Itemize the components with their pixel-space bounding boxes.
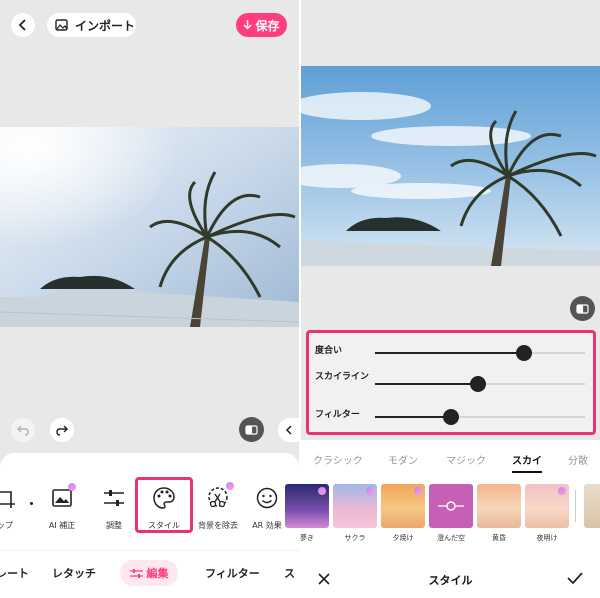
tool-adjust[interactable]: 調整 [87,485,141,531]
style-bottom-bar: スタイル [301,560,600,598]
adjust-sliders-icon [129,568,143,578]
premium-gem-icon [226,482,234,490]
save-button[interactable]: 保存 [236,13,287,37]
thumbnail-label: 夢き [300,534,314,542]
style-thumbnail[interactable] [584,484,600,528]
thumbnail-label: 夜明け [536,534,558,542]
thumbnail-separator [575,490,576,522]
back-button[interactable] [11,13,35,37]
premium-gem-icon [318,487,326,495]
category-tab-magic[interactable]: マジック [446,452,486,467]
thumbnail-label: 三 [584,533,600,543]
download-arrow-icon [243,20,253,30]
slider-track[interactable] [375,345,585,361]
active-tab-underline [512,471,542,473]
slider-intensity[interactable]: 度合い [315,341,591,365]
slider-knob[interactable] [469,376,486,392]
remove-background-icon [208,487,228,508]
divider [0,550,299,551]
slider-knob[interactable] [442,409,459,425]
slider-label: スカイライン [315,372,370,382]
tool-label: ップ [0,521,13,530]
slider-filter[interactable]: フィルター [315,405,591,429]
crop-icon [0,491,15,508]
compare-button[interactable] [570,296,595,321]
undo-button[interactable] [11,418,35,442]
redo-icon [56,425,68,436]
compare-icon [576,303,589,314]
bottom-title: スタイル [428,574,473,587]
redo-button[interactable] [50,418,74,442]
category-tab-scatter[interactable]: 分散 [568,452,588,467]
style-sliders-panel: 度合い スカイライン フィルター [306,330,596,435]
style-picker-sheet: クラシック モダン マジック スカイ 分散 夢き サクラ 夕焼け 澄んだ空 黄昏… [285,440,600,598]
chevron-left-icon [18,19,26,31]
style-category-tabs: クラシック モダン マジック スカイ 分散 [301,446,600,472]
tab-template[interactable]: レート [0,565,29,581]
tab-edit-label: 編集 [146,567,169,580]
category-tab-sky[interactable]: スカイ [512,452,542,467]
editing-photo[interactable] [0,127,299,327]
collapse-panel-button[interactable] [278,418,299,442]
tool-label: 背景を除去 [198,521,238,530]
slider-track[interactable] [375,376,585,392]
separator-dot [30,502,33,505]
style-thumbnail[interactable] [477,484,521,528]
thumbnail-label: サクラ [344,534,366,542]
premium-gem-icon [414,487,422,495]
style-tool-highlight [135,477,193,533]
save-label: 保存 [255,18,280,33]
ai-enhance-icon [52,489,72,507]
slider-skyline[interactable]: スカイライン [315,372,591,396]
style-thumbnail[interactable] [525,484,569,528]
thumbnail-label: 黄昏 [492,534,506,542]
chevron-left-icon [285,425,292,435]
compare-button[interactable] [239,417,264,442]
tool-label: AI 補正 [48,521,76,530]
check-icon[interactable] [567,572,583,585]
import-button[interactable]: インポート [47,13,136,37]
thumbnail-label: 夕焼け [392,534,414,542]
premium-gem-icon [68,483,76,491]
left-editor-panel: インポート 保存 ップ AI 補正 調整 スタイル 背景を除去 AR 効果 レー… [0,0,299,598]
style-thumbnail[interactable] [285,484,329,528]
thumbnail-label: 澄んだ空 [437,534,465,542]
tab-style[interactable]: ス [284,565,295,581]
undo-icon [17,425,29,436]
tab-edit[interactable]: 編集 [120,560,178,586]
slider-track[interactable] [375,409,585,425]
category-tab-modern[interactable]: モダン [388,452,418,467]
style-thumbnail[interactable] [333,484,377,528]
category-tab-classic[interactable]: クラシック [313,452,363,467]
premium-gem-icon [558,487,566,495]
style-thumbnail-selected[interactable] [429,484,473,528]
tab-filter[interactable]: フィルター [205,565,260,581]
import-label: インポート [75,18,136,33]
adjust-slider-icon [438,501,464,511]
style-thumbnail[interactable] [381,484,425,528]
adjust-sliders-icon [104,490,124,506]
tool-label: 調整 [106,521,122,530]
tool-ai-enhance[interactable]: AI 補正 [35,483,89,531]
slider-label: フィルター [315,410,360,420]
tab-retouch[interactable]: レタッチ [52,565,96,581]
styled-photo[interactable] [301,66,600,266]
tool-label: AR 効果 [252,521,282,530]
smiley-icon [256,487,278,509]
compare-icon [245,424,258,435]
tool-crop[interactable]: ップ [0,485,32,531]
slider-knob[interactable] [516,345,533,361]
tool-remove-background[interactable]: 背景を除去 [191,482,245,531]
premium-gem-icon [366,487,374,495]
slider-label: 度合い [315,346,343,356]
image-add-icon [55,18,68,31]
